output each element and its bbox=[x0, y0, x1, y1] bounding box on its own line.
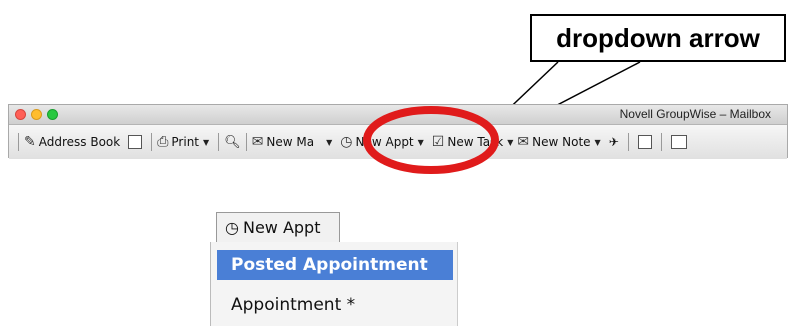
menu-item-posted-appointment[interactable]: Posted Appointment bbox=[217, 250, 453, 280]
toolbar-separator bbox=[660, 133, 662, 151]
print-label: Print bbox=[171, 135, 200, 149]
new-appt-icon: ◷ bbox=[225, 218, 239, 237]
new-task-icon: ☑ bbox=[431, 134, 445, 150]
new-mail-label: New Ma bbox=[266, 135, 315, 149]
print-dropdown-arrow-icon[interactable]: ▼ bbox=[203, 138, 209, 147]
new-mail-button[interactable]: ✉ New Ma ▼ bbox=[252, 134, 333, 150]
minimize-window-button[interactable] bbox=[31, 109, 42, 120]
callout-label: dropdown arrow bbox=[530, 14, 786, 62]
close-window-button[interactable] bbox=[15, 109, 26, 120]
new-appt-dropdown-label: New Appt bbox=[242, 218, 321, 237]
window-layout-icon[interactable] bbox=[670, 135, 687, 149]
title-bar: Novell GroupWise – Mailbox bbox=[9, 105, 787, 125]
new-task-button[interactable]: ☑ New Task ▼ bbox=[432, 134, 514, 150]
groupwise-window: Novell GroupWise – Mailbox ✎ Address Boo… bbox=[8, 104, 788, 159]
search-icon[interactable]: 🔍︎ bbox=[224, 135, 241, 150]
toolbar-separator bbox=[218, 133, 220, 151]
new-appt-dropdown-menu: Posted Appointment Appointment * bbox=[210, 242, 458, 326]
new-note-label: New Note bbox=[532, 135, 591, 149]
new-task-dropdown-arrow-icon[interactable]: ▼ bbox=[507, 138, 513, 147]
address-book-icon: ✎ bbox=[24, 134, 36, 150]
new-appt-label: New Appt bbox=[355, 135, 414, 149]
menu-item-appointment[interactable]: Appointment * bbox=[217, 290, 453, 320]
toolbar-separator bbox=[151, 133, 153, 151]
new-note-button[interactable]: ✉ New Note ▼ bbox=[517, 134, 600, 150]
new-appt-dropdown-button[interactable]: ◷ New Appt bbox=[216, 212, 340, 242]
rules-icon[interactable]: ✈ bbox=[609, 135, 619, 149]
toolbar: ✎ Address Book ⎙ Print ▼ 🔍︎ ✉ New Ma ▼ ◷… bbox=[9, 125, 787, 159]
new-task-label: New Task bbox=[447, 135, 504, 149]
print-button[interactable]: ⎙ Print ▼ bbox=[157, 134, 209, 150]
printer-icon: ⎙ bbox=[157, 134, 169, 150]
window-title: Novell GroupWise – Mailbox bbox=[619, 107, 771, 121]
new-mail-icon: ✉ bbox=[251, 134, 264, 150]
toolbar-separator bbox=[627, 133, 629, 151]
find-icon[interactable] bbox=[128, 135, 143, 149]
new-appt-button[interactable]: ◷ New Appt ▼ bbox=[340, 134, 424, 150]
new-note-icon: ✉ bbox=[517, 134, 530, 150]
toolbar-separator bbox=[245, 133, 247, 151]
zoom-window-button[interactable] bbox=[47, 109, 58, 120]
new-mail-dropdown-arrow-icon[interactable]: ▼ bbox=[326, 138, 332, 147]
new-appt-dropdown-arrow-icon[interactable]: ▼ bbox=[418, 138, 424, 147]
new-appt-icon: ◷ bbox=[340, 134, 353, 150]
address-book-label: Address Book bbox=[38, 135, 121, 149]
panel-icon[interactable] bbox=[637, 135, 652, 149]
toolbar-separator bbox=[18, 133, 19, 151]
new-note-dropdown-arrow-icon[interactable]: ▼ bbox=[595, 138, 601, 147]
address-book-button[interactable]: ✎ Address Book bbox=[24, 134, 120, 150]
